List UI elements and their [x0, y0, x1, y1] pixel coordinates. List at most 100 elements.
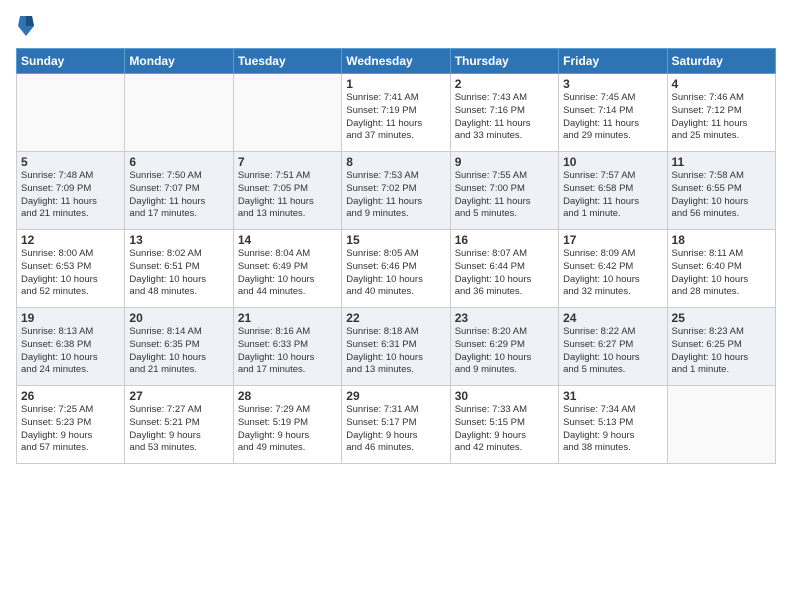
day-number: 9 — [455, 155, 554, 169]
calendar-week-row: 12Sunrise: 8:00 AM Sunset: 6:53 PM Dayli… — [17, 230, 776, 308]
day-info: Sunrise: 7:25 AM Sunset: 5:23 PM Dayligh… — [21, 404, 120, 455]
calendar-cell: 11Sunrise: 7:58 AM Sunset: 6:55 PM Dayli… — [667, 152, 775, 230]
day-info: Sunrise: 8:14 AM Sunset: 6:35 PM Dayligh… — [129, 326, 228, 377]
logo — [16, 12, 38, 40]
day-header: Tuesday — [233, 49, 341, 74]
calendar-cell: 5Sunrise: 7:48 AM Sunset: 7:09 PM Daylig… — [17, 152, 125, 230]
day-header: Sunday — [17, 49, 125, 74]
calendar-cell: 20Sunrise: 8:14 AM Sunset: 6:35 PM Dayli… — [125, 308, 233, 386]
day-info: Sunrise: 8:20 AM Sunset: 6:29 PM Dayligh… — [455, 326, 554, 377]
day-number: 27 — [129, 389, 228, 403]
calendar-cell: 24Sunrise: 8:22 AM Sunset: 6:27 PM Dayli… — [559, 308, 667, 386]
calendar-cell: 17Sunrise: 8:09 AM Sunset: 6:42 PM Dayli… — [559, 230, 667, 308]
day-info: Sunrise: 7:53 AM Sunset: 7:02 PM Dayligh… — [346, 170, 445, 221]
day-number: 3 — [563, 77, 662, 91]
calendar-cell: 12Sunrise: 8:00 AM Sunset: 6:53 PM Dayli… — [17, 230, 125, 308]
calendar-cell: 15Sunrise: 8:05 AM Sunset: 6:46 PM Dayli… — [342, 230, 450, 308]
day-number: 8 — [346, 155, 445, 169]
day-number: 1 — [346, 77, 445, 91]
calendar-cell: 21Sunrise: 8:16 AM Sunset: 6:33 PM Dayli… — [233, 308, 341, 386]
day-number: 20 — [129, 311, 228, 325]
day-number: 5 — [21, 155, 120, 169]
logo-icon — [16, 12, 36, 40]
day-header: Wednesday — [342, 49, 450, 74]
day-number: 17 — [563, 233, 662, 247]
day-number: 16 — [455, 233, 554, 247]
calendar-cell: 18Sunrise: 8:11 AM Sunset: 6:40 PM Dayli… — [667, 230, 775, 308]
day-info: Sunrise: 7:31 AM Sunset: 5:17 PM Dayligh… — [346, 404, 445, 455]
day-number: 19 — [21, 311, 120, 325]
calendar-cell: 8Sunrise: 7:53 AM Sunset: 7:02 PM Daylig… — [342, 152, 450, 230]
day-number: 26 — [21, 389, 120, 403]
day-number: 14 — [238, 233, 337, 247]
day-number: 29 — [346, 389, 445, 403]
day-header: Friday — [559, 49, 667, 74]
day-number: 22 — [346, 311, 445, 325]
day-number: 4 — [672, 77, 771, 91]
calendar-week-row: 26Sunrise: 7:25 AM Sunset: 5:23 PM Dayli… — [17, 386, 776, 464]
calendar-cell: 22Sunrise: 8:18 AM Sunset: 6:31 PM Dayli… — [342, 308, 450, 386]
day-info: Sunrise: 8:05 AM Sunset: 6:46 PM Dayligh… — [346, 248, 445, 299]
calendar-cell: 10Sunrise: 7:57 AM Sunset: 6:58 PM Dayli… — [559, 152, 667, 230]
day-info: Sunrise: 8:02 AM Sunset: 6:51 PM Dayligh… — [129, 248, 228, 299]
day-info: Sunrise: 8:13 AM Sunset: 6:38 PM Dayligh… — [21, 326, 120, 377]
day-info: Sunrise: 7:41 AM Sunset: 7:19 PM Dayligh… — [346, 92, 445, 143]
day-number: 18 — [672, 233, 771, 247]
calendar-cell: 26Sunrise: 7:25 AM Sunset: 5:23 PM Dayli… — [17, 386, 125, 464]
calendar-cell: 1Sunrise: 7:41 AM Sunset: 7:19 PM Daylig… — [342, 74, 450, 152]
day-info: Sunrise: 7:58 AM Sunset: 6:55 PM Dayligh… — [672, 170, 771, 221]
calendar-cell: 14Sunrise: 8:04 AM Sunset: 6:49 PM Dayli… — [233, 230, 341, 308]
day-info: Sunrise: 7:46 AM Sunset: 7:12 PM Dayligh… — [672, 92, 771, 143]
day-info: Sunrise: 7:43 AM Sunset: 7:16 PM Dayligh… — [455, 92, 554, 143]
calendar-cell: 28Sunrise: 7:29 AM Sunset: 5:19 PM Dayli… — [233, 386, 341, 464]
day-info: Sunrise: 8:16 AM Sunset: 6:33 PM Dayligh… — [238, 326, 337, 377]
day-info: Sunrise: 7:57 AM Sunset: 6:58 PM Dayligh… — [563, 170, 662, 221]
day-number: 11 — [672, 155, 771, 169]
day-header: Thursday — [450, 49, 558, 74]
day-info: Sunrise: 8:00 AM Sunset: 6:53 PM Dayligh… — [21, 248, 120, 299]
calendar-week-row: 19Sunrise: 8:13 AM Sunset: 6:38 PM Dayli… — [17, 308, 776, 386]
calendar-cell: 23Sunrise: 8:20 AM Sunset: 6:29 PM Dayli… — [450, 308, 558, 386]
day-info: Sunrise: 8:04 AM Sunset: 6:49 PM Dayligh… — [238, 248, 337, 299]
calendar-cell: 16Sunrise: 8:07 AM Sunset: 6:44 PM Dayli… — [450, 230, 558, 308]
day-info: Sunrise: 7:55 AM Sunset: 7:00 PM Dayligh… — [455, 170, 554, 221]
calendar-week-row: 1Sunrise: 7:41 AM Sunset: 7:19 PM Daylig… — [17, 74, 776, 152]
day-info: Sunrise: 8:07 AM Sunset: 6:44 PM Dayligh… — [455, 248, 554, 299]
calendar-cell: 31Sunrise: 7:34 AM Sunset: 5:13 PM Dayli… — [559, 386, 667, 464]
calendar-cell: 4Sunrise: 7:46 AM Sunset: 7:12 PM Daylig… — [667, 74, 775, 152]
day-info: Sunrise: 8:23 AM Sunset: 6:25 PM Dayligh… — [672, 326, 771, 377]
day-number: 31 — [563, 389, 662, 403]
day-number: 7 — [238, 155, 337, 169]
day-number: 2 — [455, 77, 554, 91]
day-number: 12 — [21, 233, 120, 247]
day-info: Sunrise: 8:18 AM Sunset: 6:31 PM Dayligh… — [346, 326, 445, 377]
calendar-cell: 19Sunrise: 8:13 AM Sunset: 6:38 PM Dayli… — [17, 308, 125, 386]
calendar-cell: 25Sunrise: 8:23 AM Sunset: 6:25 PM Dayli… — [667, 308, 775, 386]
calendar-cell: 9Sunrise: 7:55 AM Sunset: 7:00 PM Daylig… — [450, 152, 558, 230]
calendar-cell — [125, 74, 233, 152]
day-number: 15 — [346, 233, 445, 247]
calendar-table: SundayMondayTuesdayWednesdayThursdayFrid… — [16, 48, 776, 464]
day-number: 24 — [563, 311, 662, 325]
day-info: Sunrise: 7:34 AM Sunset: 5:13 PM Dayligh… — [563, 404, 662, 455]
calendar-cell: 13Sunrise: 8:02 AM Sunset: 6:51 PM Dayli… — [125, 230, 233, 308]
day-number: 30 — [455, 389, 554, 403]
day-info: Sunrise: 7:27 AM Sunset: 5:21 PM Dayligh… — [129, 404, 228, 455]
day-number: 23 — [455, 311, 554, 325]
day-info: Sunrise: 7:50 AM Sunset: 7:07 PM Dayligh… — [129, 170, 228, 221]
calendar-cell: 3Sunrise: 7:45 AM Sunset: 7:14 PM Daylig… — [559, 74, 667, 152]
calendar-cell: 6Sunrise: 7:50 AM Sunset: 7:07 PM Daylig… — [125, 152, 233, 230]
calendar-cell — [17, 74, 125, 152]
day-info: Sunrise: 7:48 AM Sunset: 7:09 PM Dayligh… — [21, 170, 120, 221]
day-number: 6 — [129, 155, 228, 169]
calendar-cell: 2Sunrise: 7:43 AM Sunset: 7:16 PM Daylig… — [450, 74, 558, 152]
calendar-cell: 27Sunrise: 7:27 AM Sunset: 5:21 PM Dayli… — [125, 386, 233, 464]
day-info: Sunrise: 7:45 AM Sunset: 7:14 PM Dayligh… — [563, 92, 662, 143]
header — [16, 12, 776, 40]
calendar-header-row: SundayMondayTuesdayWednesdayThursdayFrid… — [17, 49, 776, 74]
calendar-cell: 29Sunrise: 7:31 AM Sunset: 5:17 PM Dayli… — [342, 386, 450, 464]
calendar-cell — [233, 74, 341, 152]
day-number: 10 — [563, 155, 662, 169]
day-number: 13 — [129, 233, 228, 247]
day-info: Sunrise: 8:22 AM Sunset: 6:27 PM Dayligh… — [563, 326, 662, 377]
